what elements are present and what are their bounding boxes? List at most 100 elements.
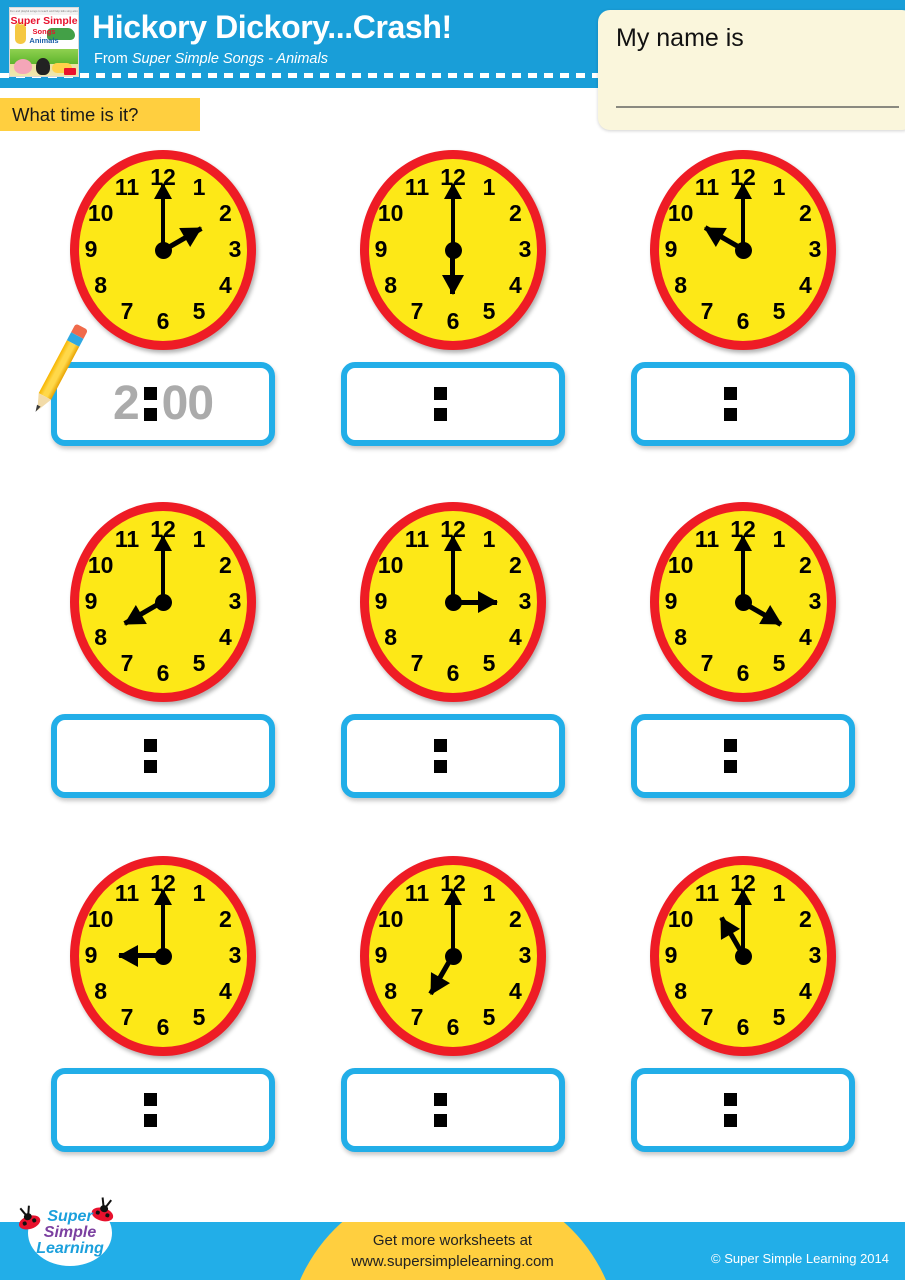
clock-numeral: 2: [798, 200, 812, 226]
clock-numeral: 5: [482, 298, 496, 325]
footer-bar: Get more worksheets at www.supersimplele…: [0, 1222, 905, 1280]
colon-icon: [433, 387, 447, 421]
answer-hour: 0: [403, 732, 429, 780]
clock-numeral: 1: [192, 879, 206, 906]
answer-minute: 00: [452, 732, 503, 780]
clock-9-answer-box[interactable]: 000: [631, 1068, 855, 1152]
clock-9-pivot: [734, 947, 752, 965]
answer-minute: 00: [452, 380, 503, 428]
super-simple-learning-logo: Super Simple Learning: [17, 1194, 118, 1272]
clock-numeral: 4: [508, 624, 522, 650]
clock-numeral: 10: [377, 552, 404, 578]
prompt-text: What time is it?: [12, 104, 139, 125]
clock-item: 121234567891011000: [598, 856, 888, 1176]
clock-numeral: 6: [446, 308, 460, 334]
clock-numeral: 10: [667, 906, 694, 932]
logo-line-learning: Learning: [36, 1240, 104, 1257]
colon-icon: [143, 387, 157, 421]
clock-numeral: 2: [218, 200, 232, 226]
clock-numeral: 8: [674, 272, 688, 298]
clock-numeral: 9: [664, 942, 678, 968]
clock-numeral: 2: [508, 552, 522, 578]
clock-numeral: 1: [192, 173, 206, 200]
colon-icon: [723, 387, 737, 421]
clock-numeral: 8: [94, 272, 108, 298]
clock-6-answer-box[interactable]: 000: [631, 714, 855, 798]
clock-numeral: 8: [674, 624, 688, 650]
clock-3-answer-box[interactable]: 000: [631, 362, 855, 446]
clock-1-answer-box[interactable]: 2 00: [51, 362, 275, 446]
clock-numeral: 10: [87, 552, 114, 578]
clock-numeral: 7: [700, 650, 714, 677]
clock-numeral: 7: [410, 298, 424, 325]
colon-icon: [143, 1093, 157, 1127]
footer-website-link[interactable]: www.supersimplelearning.com: [288, 1251, 618, 1272]
clock-8-face: 12 1 2 3 4 5 6 7 8 9 10 11: [360, 856, 546, 1056]
clock-numeral: 8: [94, 978, 108, 1004]
clock-item: 121234567891011000: [18, 856, 308, 1176]
colon-icon: [723, 739, 737, 773]
clock-numeral: 1: [482, 525, 496, 552]
clock-numeral: 2: [218, 906, 232, 932]
name-write-line[interactable]: [616, 106, 899, 108]
clock-numeral: 6: [446, 660, 460, 686]
clock-7-answer-box[interactable]: 000: [51, 1068, 275, 1152]
colon-icon: [723, 1093, 737, 1127]
clock-numeral: 4: [798, 272, 812, 298]
answer-hour: 0: [693, 732, 719, 780]
subtitle-album: Super Simple Songs - Animals: [131, 51, 328, 67]
clock-numeral: 10: [377, 200, 404, 226]
colon-icon: [433, 739, 447, 773]
clock-numeral: 9: [664, 236, 678, 262]
clock-numeral: 6: [736, 660, 750, 686]
clock-numeral: 7: [120, 650, 134, 677]
clock-2-answer-box[interactable]: 000: [341, 362, 565, 446]
clock-numeral: 8: [674, 978, 688, 1004]
answer-hour: 0: [693, 380, 719, 428]
clock-numeral: 5: [482, 1004, 496, 1031]
clock-numeral: 11: [694, 525, 720, 552]
page-subtitle: From Super Simple Songs - Animals: [94, 51, 328, 67]
clock-numeral: 3: [228, 236, 242, 262]
name-field-box[interactable]: My name is: [598, 10, 905, 130]
clock-9-face: 12 1 2 3 4 5 6 7 8 9 10 11: [650, 856, 836, 1056]
answer-minute: 00: [452, 1086, 503, 1134]
clock-numeral: 9: [84, 942, 98, 968]
clock-numeral: 4: [218, 272, 232, 298]
clock-numeral: 9: [664, 588, 678, 614]
clock-numeral: 5: [772, 298, 786, 325]
logo-line-simple: Simple: [43, 1224, 97, 1241]
answer-hour: 0: [403, 380, 429, 428]
clock-numeral: 7: [410, 650, 424, 677]
clock-numeral: 3: [808, 236, 822, 262]
footer-cta-line1: Get more worksheets at: [372, 1232, 533, 1249]
clock-5-answer-box[interactable]: 000: [341, 714, 565, 798]
clock-numeral: 1: [482, 173, 496, 200]
clock-numeral: 4: [508, 978, 522, 1004]
clock-numeral: 2: [798, 906, 812, 932]
clock-numeral: 5: [192, 298, 206, 325]
clock-numeral: 9: [374, 588, 388, 614]
clock-4-face: 12 1 2 3 4 5 6 7 8 9 10 11: [70, 502, 256, 702]
clock-7-face: 12 1 2 3 4 5 6 7 8 9 10 11: [70, 856, 256, 1056]
clock-item: 12 1 2 3 4 5 6 7 8 9 10 11 2 00: [18, 150, 308, 470]
clock-2-face: 12 1 2 3 4 5 6 7 8 9 10 11: [360, 150, 546, 350]
answer-minute: 00: [161, 377, 214, 430]
clock-numeral: 6: [736, 308, 750, 334]
answer-hour: 0: [403, 1086, 429, 1134]
clock-item: 121234567891011000: [598, 502, 888, 822]
album-cover-title: Super Simple: [10, 15, 78, 27]
clock-numeral: 5: [192, 650, 206, 677]
clock-numeral: 3: [518, 236, 532, 262]
clock-8-pivot: [444, 947, 462, 965]
publisher-mark-icon: [64, 68, 76, 75]
clock-numeral: 6: [156, 308, 170, 334]
clock-8-answer-box[interactable]: 000: [341, 1068, 565, 1152]
clock-numeral: 1: [192, 525, 206, 552]
clock-numeral: 5: [192, 1004, 206, 1031]
clock-5-pivot: [444, 593, 462, 611]
clock-numeral: 8: [384, 978, 398, 1004]
clock-7-pivot: [154, 947, 172, 965]
clock-numeral: 3: [228, 942, 242, 968]
clock-4-answer-box[interactable]: 000: [51, 714, 275, 798]
